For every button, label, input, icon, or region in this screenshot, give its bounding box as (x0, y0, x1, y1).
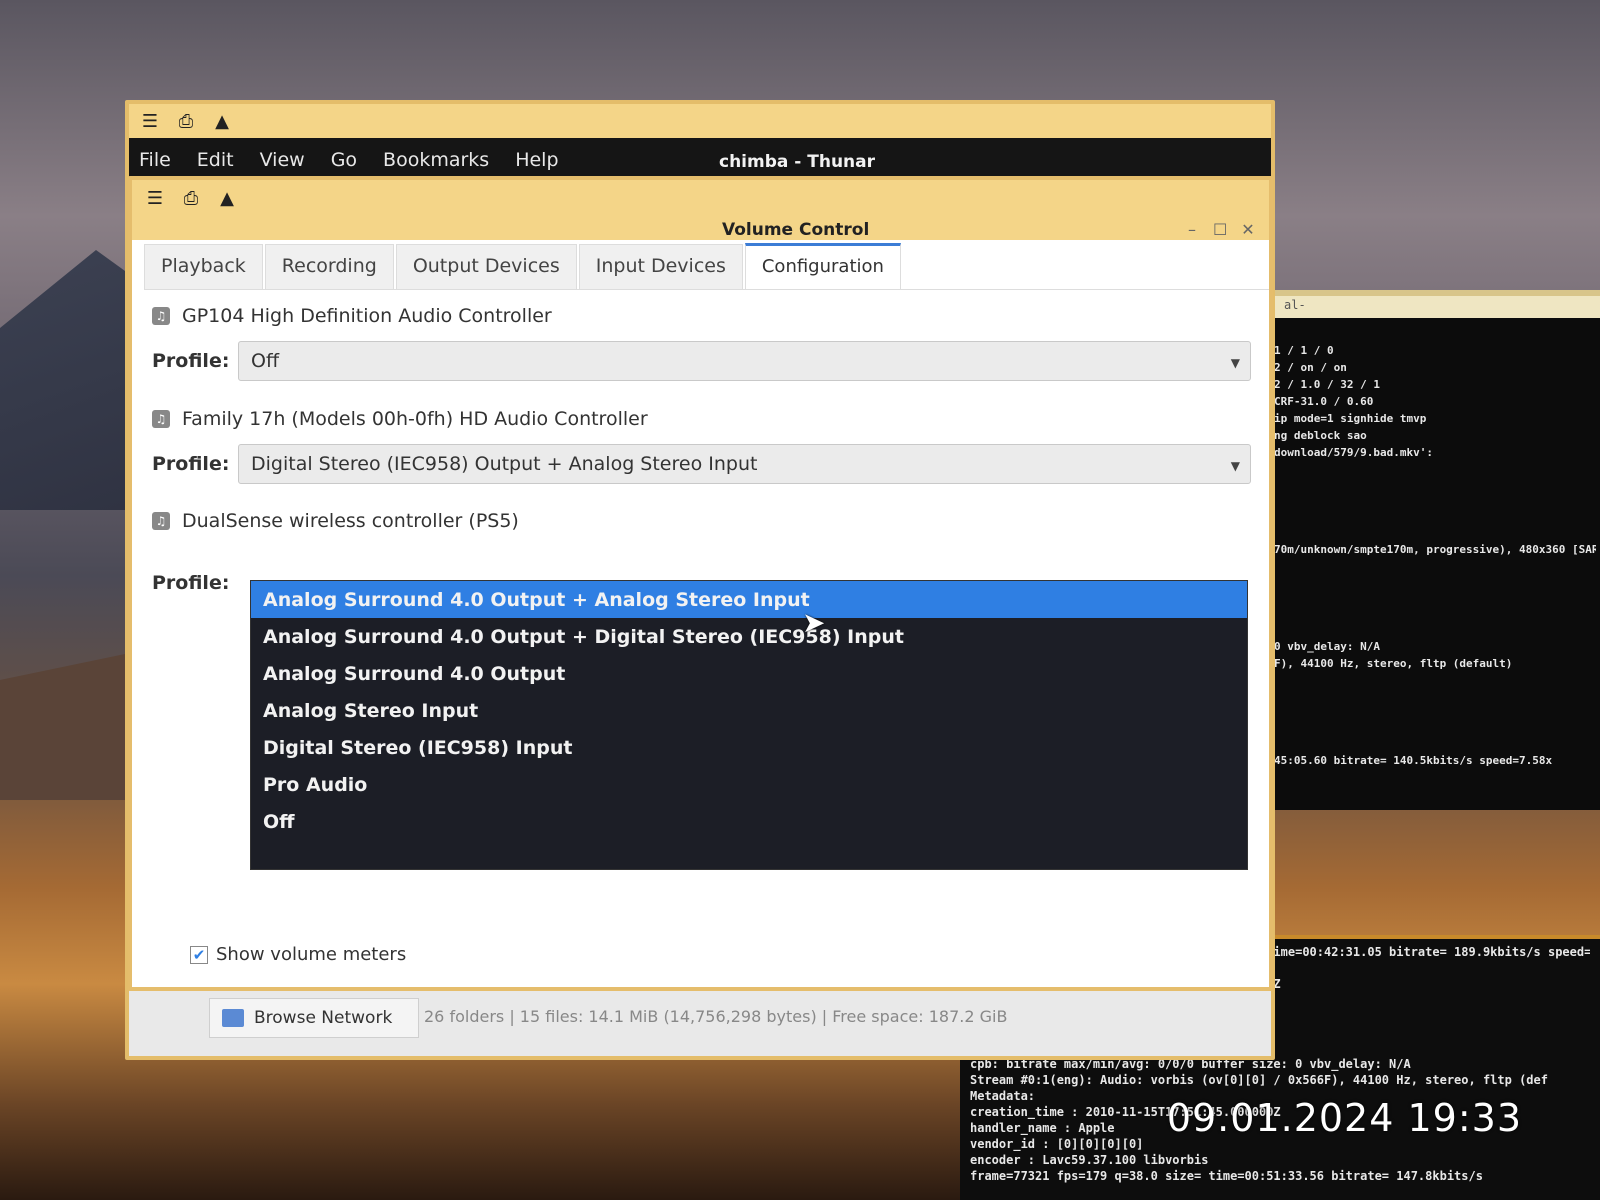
card-gp104: ♫ GP104 High Definition Audio Controller… (152, 305, 1251, 381)
lock-icon[interactable]: ⎙ (173, 108, 199, 134)
tab-input-devices[interactable]: Input Devices (578, 244, 743, 289)
terminal-line: F), 44100 Hz, stereo, fltp (default) (1274, 657, 1513, 670)
card-family17h: ♫ Family 17h (Models 00h-0fh) HD Audio C… (152, 408, 1251, 484)
close-icon[interactable]: ✕ (1241, 220, 1255, 239)
dropdown-option[interactable]: Off (251, 803, 1247, 840)
terminal-line: 45:05.60 bitrate= 140.5kbits/s speed=7.5… (1274, 754, 1553, 767)
terminal-line: ng deblock sao (1274, 429, 1367, 442)
network-folder-icon (222, 1009, 244, 1027)
tab-output-devices[interactable]: Output Devices (395, 244, 577, 289)
menu-file[interactable]: File (139, 149, 171, 171)
hamburger-icon[interactable]: ☰ (137, 108, 163, 134)
terminal-line: CRF-31.0 / 0.60 (1274, 395, 1374, 408)
chevron-down-icon: ▼ (1230, 459, 1240, 473)
lock-icon[interactable]: ⎙ (178, 185, 204, 211)
menu-go[interactable]: Go (331, 149, 357, 171)
terminal-title: al- (1254, 296, 1600, 318)
tab-bar: Playback Recording Output Devices Input … (144, 240, 1269, 290)
chevron-down-icon: ▼ (1230, 356, 1240, 370)
show-meters-label: Show volume meters (216, 944, 407, 965)
card-dualsense: ♫ DualSense wireless controller (PS5) Pr… (152, 510, 1251, 890)
dropdown-option[interactable]: Analog Surround 4.0 Output + Analog Ster… (251, 581, 1247, 618)
terminal-line: download/579/9.bad.mkv': (1274, 446, 1433, 459)
combo-value: Off (251, 350, 280, 372)
caret-up-icon[interactable]: ▲ (214, 185, 240, 211)
volume-titlebar (132, 216, 1269, 240)
terminal-line: ip mode=1 signhide tmvp (1274, 412, 1427, 425)
browse-network-label: Browse Network (254, 1008, 393, 1028)
volume-window-controls: – ☐ ✕ (1185, 220, 1255, 239)
terminal-line: 2 / 1.0 / 32 / 1 (1274, 378, 1380, 391)
volume-toolbar: ☰ ⎙ ▲ (132, 180, 1269, 216)
terminal-line: encoder : Lavc59.37.100 libvorbis (970, 1153, 1209, 1167)
terminal-line: 0 vbv_delay: N/A (1274, 640, 1380, 653)
audio-card-icon: ♫ (152, 410, 170, 428)
dropdown-option[interactable]: Analog Stereo Input (251, 692, 1247, 729)
dropdown-option[interactable]: Analog Surround 4.0 Output + Digital Ste… (251, 618, 1247, 655)
tab-configuration[interactable]: Configuration (744, 243, 901, 289)
volume-title: Volume Control (722, 220, 870, 240)
menu-bookmarks[interactable]: Bookmarks (383, 149, 489, 171)
terminal-line: 1 / 1 / 0 (1274, 344, 1334, 357)
terminal-line: 70m/unknown/smpte170m, progressive), 480… (1274, 543, 1596, 556)
browse-network-button[interactable]: Browse Network (209, 998, 419, 1038)
dropdown-option[interactable]: Pro Audio (251, 766, 1247, 803)
profile-label: Profile: (152, 572, 230, 594)
mouse-cursor-icon: ➤ (802, 606, 826, 639)
menu-help[interactable]: Help (515, 149, 558, 171)
dropdown-option[interactable]: Digital Stereo (IEC958) Input (251, 729, 1247, 766)
thunar-title: chimba - Thunar (719, 152, 876, 172)
tab-playback[interactable]: Playback (144, 244, 263, 289)
tab-recording[interactable]: Recording (264, 244, 394, 289)
photo-timestamp: 09.01.2024 19:33 (1166, 1096, 1522, 1140)
combo-value: Digital Stereo (IEC958) Output + Analog … (251, 453, 758, 475)
terminal-line: 2 / on / on (1274, 361, 1347, 374)
audio-card-icon: ♫ (152, 512, 170, 530)
profile-label: Profile: (152, 350, 230, 372)
menu-edit[interactable]: Edit (197, 149, 234, 171)
caret-up-icon[interactable]: ▲ (209, 108, 235, 134)
dropdown-option[interactable]: Analog Surround 4.0 Output (251, 655, 1247, 692)
menu-view[interactable]: View (260, 149, 305, 171)
audio-card-icon: ♫ (152, 307, 170, 325)
card-name: Family 17h (Models 00h-0fh) HD Audio Con… (182, 408, 648, 430)
profile-combobox[interactable]: Off ▼ (238, 341, 1251, 381)
minimize-icon[interactable]: – (1185, 220, 1199, 239)
terminal-window[interactable]: al- 1 / 1 / 0 2 / on / on 2 / 1.0 / 32 / 1… (1250, 290, 1600, 810)
show-volume-meters[interactable]: ✔ Show volume meters (190, 944, 406, 965)
card-name: GP104 High Definition Audio Controller (182, 305, 552, 327)
card-name: DualSense wireless controller (PS5) (182, 510, 519, 532)
terminal-line: frame=77321 fps=179 q=38.0 size= time=00… (970, 1169, 1483, 1183)
terminal-line: Stream #0:1(eng): Audio: vorbis (ov[0][0… (970, 1073, 1548, 1087)
volume-control-window[interactable]: ☰ ⎙ ▲ Volume Control – ☐ ✕ Playback Reco… (128, 176, 1273, 991)
profile-dropdown-list[interactable]: Analog Surround 4.0 Output + Analog Ster… (250, 580, 1248, 870)
maximize-icon[interactable]: ☐ (1213, 220, 1227, 239)
checkbox-checked-icon[interactable]: ✔ (190, 945, 208, 964)
profile-combobox[interactable]: Digital Stereo (IEC958) Output + Analog … (238, 444, 1251, 484)
profile-label: Profile: (152, 453, 230, 475)
hamburger-icon[interactable]: ☰ (142, 185, 168, 211)
terminal-output: 1 / 1 / 0 2 / on / on 2 / 1.0 / 32 / 1 CRF-… (1274, 344, 1596, 771)
status-text: 26 folders | 15 files: 14.1 MiB (14,756,… (424, 1007, 1008, 1026)
thunar-toolbar: ☰ ⎙ ▲ (129, 104, 1271, 138)
